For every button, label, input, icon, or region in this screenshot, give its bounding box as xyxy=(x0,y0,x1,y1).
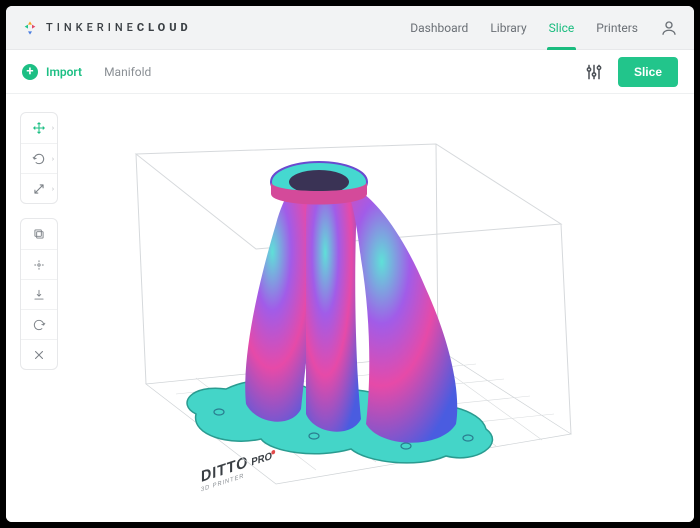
nav-dashboard[interactable]: Dashboard xyxy=(410,7,468,49)
nav-library[interactable]: Library xyxy=(490,7,526,49)
nav-printers[interactable]: Printers xyxy=(596,7,638,49)
settings-icon[interactable] xyxy=(584,62,604,82)
transform-tool-group: › › › xyxy=(20,112,58,204)
scale-tool[interactable]: › xyxy=(21,173,57,203)
move-tool[interactable]: › xyxy=(21,113,57,143)
edit-tool-group xyxy=(20,218,58,370)
brand-logo-icon xyxy=(22,20,38,36)
duplicate-tool[interactable] xyxy=(21,219,57,249)
app-header: TINKERINECLOUD Dashboard Library Slice P… xyxy=(6,6,694,50)
slice-button[interactable]: Slice xyxy=(618,57,678,87)
chevron-right-icon: › xyxy=(52,185,54,193)
left-toolbar: › › › xyxy=(20,112,58,370)
nav-slice[interactable]: Slice xyxy=(549,7,575,49)
top-nav: Dashboard Library Slice Printers xyxy=(410,7,678,49)
model-tube-2 xyxy=(306,176,361,432)
delete-tool[interactable] xyxy=(21,339,57,369)
viewport[interactable]: › › › xyxy=(6,94,694,522)
chevron-right-icon: › xyxy=(52,155,54,163)
user-icon[interactable] xyxy=(660,19,678,37)
drop-to-bed-tool[interactable] xyxy=(21,279,57,309)
center-tool[interactable] xyxy=(21,249,57,279)
brand-name: TINKERINECLOUD xyxy=(46,21,192,34)
action-bar: + Import Manifold Slice xyxy=(6,50,694,94)
undo-tool[interactable] xyxy=(21,309,57,339)
import-label: Import xyxy=(46,65,82,79)
rotate-tool[interactable]: › xyxy=(21,143,57,173)
import-button[interactable]: + Import xyxy=(22,64,82,80)
chevron-right-icon: › xyxy=(52,124,54,132)
brand: TINKERINECLOUD xyxy=(22,20,192,36)
current-filename: Manifold xyxy=(104,65,151,79)
plus-icon: + xyxy=(22,64,38,80)
scene-3d[interactable]: DITTO PRO 3D PRINTER xyxy=(6,94,694,522)
